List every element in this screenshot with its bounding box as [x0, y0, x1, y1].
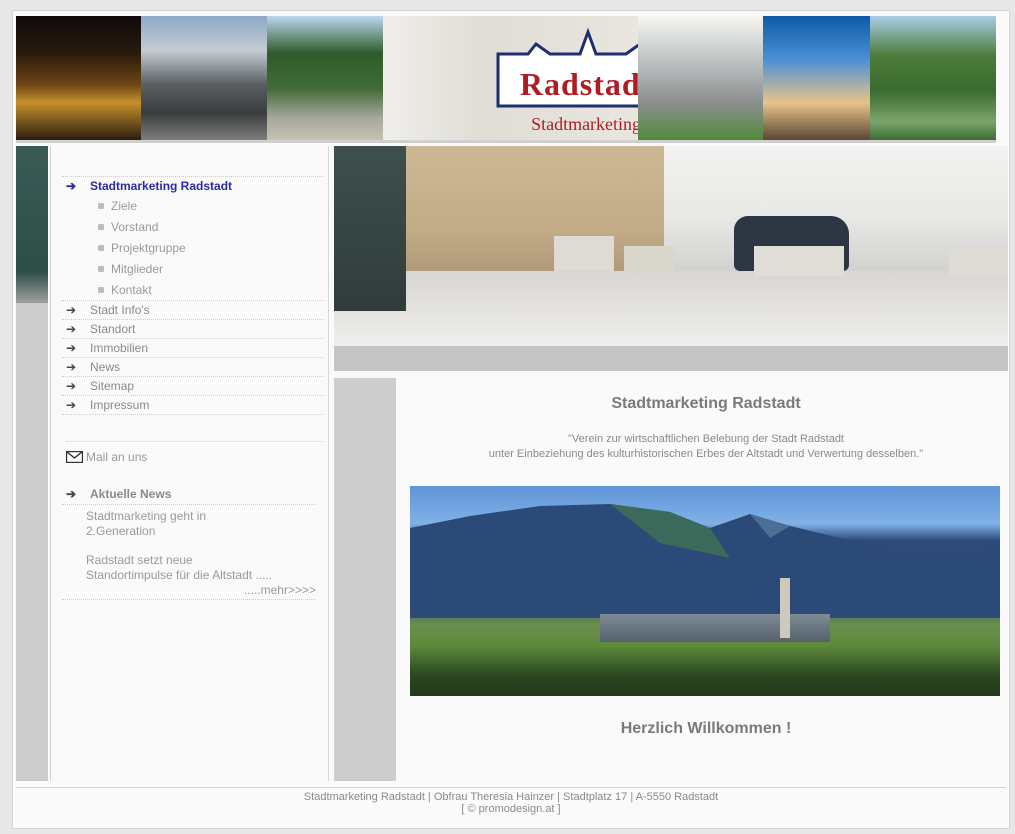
header-photo-river — [869, 16, 997, 140]
nav-item-sitemap[interactable]: ➔ Sitemap — [62, 377, 324, 396]
news-item-line: 2.Generation — [86, 524, 156, 538]
nav-divider — [328, 146, 329, 781]
header-photo-night-hotel — [16, 16, 141, 140]
bullet-icon — [98, 286, 104, 293]
radstadt-panorama-photo — [410, 486, 1000, 696]
nav-item-impressum[interactable]: ➔ Impressum — [62, 396, 324, 415]
header-photo-winter-town — [140, 16, 268, 140]
welcome-heading: Herzlich Willkommen ! — [620, 720, 792, 737]
arrow-right-icon: ➔ — [66, 322, 77, 336]
header-logo-panel: Radstadt Stadtmarketing — [383, 16, 638, 140]
nav-item-label: Standort — [90, 322, 136, 336]
nav-item-label: Sitemap — [90, 379, 135, 393]
footer: Stadtmarketing Radstadt | Obfrau Theresi… — [16, 787, 1006, 815]
nav-subitem-label: Vorstand — [111, 219, 159, 234]
nav-subitem-projektgruppe[interactable]: Projektgruppe — [62, 237, 324, 258]
arrow-right-icon: ➔ — [66, 379, 77, 393]
mail-link[interactable]: Mail an uns — [66, 441, 324, 468]
photo-underline-band — [334, 346, 1008, 371]
photo-town — [600, 614, 830, 642]
bullet-icon — [98, 202, 104, 209]
radstadt-logo[interactable]: Radstadt Stadtmarketing — [488, 26, 638, 134]
photo-fountain-wall — [334, 146, 406, 311]
header-photo-square — [637, 16, 763, 140]
news-item-1[interactable]: Stadtmarketing geht in 2.Generation — [62, 509, 316, 539]
nav-item-stadt-infos[interactable]: ➔ Stadt Info's — [62, 300, 324, 320]
quote-line: "Verein zur wirtschaftlichen Belebung de… — [567, 433, 844, 445]
left-decor-band — [16, 146, 48, 781]
content-side-band — [334, 378, 396, 781]
left-divider — [50, 146, 51, 781]
nav-subitem-label: Ziele — [111, 198, 138, 213]
nav-subitem-mitglieder[interactable]: Mitglieder — [62, 258, 324, 279]
photo-church-tower — [780, 578, 790, 638]
nav-subitem-kontakt[interactable]: Kontakt — [62, 279, 324, 300]
nav-subitem-label: Projektgruppe — [111, 240, 186, 255]
news-more-link[interactable]: .....mehr>>>> — [62, 583, 316, 600]
mail-label: Mail an uns — [86, 450, 148, 464]
bullet-icon — [98, 265, 104, 272]
main-content: Stadtmarketing Radstadt "Verein zur wirt… — [404, 378, 1008, 781]
arrow-right-icon: ➔ — [66, 341, 77, 355]
quote-line: unter Einbeziehung des kulturhistorische… — [488, 448, 924, 460]
news-item-line: Standortimpulse für die Altstadt ..... — [86, 568, 273, 582]
nav-item-label: News — [90, 360, 121, 374]
left-decor-photo — [16, 146, 48, 303]
news-item-line: Radstadt setzt neue — [86, 553, 193, 567]
photo-pavement — [334, 271, 1008, 346]
nav-subitem-label: Mitglieder — [111, 261, 164, 276]
header-photo-church — [762, 16, 870, 140]
photo-planter — [554, 236, 614, 271]
photo-planter — [754, 246, 844, 276]
nav-subitem-label: Kontakt — [111, 282, 152, 297]
photo-planter — [949, 246, 1008, 276]
news-heading-label: Aktuelle News — [90, 487, 172, 501]
page-title: Stadtmarketing Radstadt — [611, 395, 801, 412]
town-square-photo — [334, 146, 1008, 346]
header-photo-fountain-trees — [267, 16, 384, 140]
nav-item-label: Stadt Info's — [90, 303, 150, 317]
nav-item-label: Stadtmarketing Radstadt — [90, 179, 233, 193]
nav-item-standort[interactable]: ➔ Standort — [62, 320, 324, 339]
arrow-right-icon: ➔ — [66, 303, 77, 317]
envelope-icon — [66, 451, 83, 463]
nav-item-label: Impressum — [90, 398, 150, 412]
photo-planter — [624, 246, 674, 271]
bullet-icon — [98, 244, 104, 251]
news-item-line: Stadtmarketing geht in — [86, 509, 207, 523]
nav-subitem-vorstand[interactable]: Vorstand — [62, 216, 324, 237]
news-heading[interactable]: ➔ Aktuelle News — [62, 484, 316, 505]
nav-item-immobilien[interactable]: ➔ Immobilien — [62, 339, 324, 358]
nav-item-label: Immobilien — [90, 341, 149, 355]
logo-subtitle: Stadtmarketing — [531, 114, 638, 134]
mountain-silhouette-icon — [410, 504, 1000, 618]
logo-title: Radstadt — [519, 66, 638, 102]
header-banner: Radstadt Stadtmarketing — [16, 16, 997, 143]
main-navigation: ➔ Stadtmarketing Radstadt Ziele Vorstand… — [62, 176, 324, 415]
nav-item-stadtmarketing-radstadt[interactable]: ➔ Stadtmarketing Radstadt — [62, 176, 324, 195]
arrow-right-icon: ➔ — [66, 179, 77, 193]
arrow-right-icon: ➔ — [66, 487, 77, 501]
footer-credit-link[interactable]: [ © promodesign.at ] — [16, 803, 1006, 815]
news-item-2[interactable]: Radstadt setzt neue Standortimpulse für … — [62, 553, 316, 583]
footer-address: Stadtmarketing Radstadt | Obfrau Theresi… — [303, 791, 719, 803]
news-box: ➔ Aktuelle News Stadtmarketing geht in 2… — [62, 484, 316, 600]
nav-subitem-ziele[interactable]: Ziele — [62, 195, 324, 216]
nav-item-news[interactable]: ➔ News — [62, 358, 324, 377]
arrow-right-icon: ➔ — [66, 360, 77, 374]
bullet-icon — [98, 223, 104, 230]
arrow-right-icon: ➔ — [66, 398, 77, 412]
